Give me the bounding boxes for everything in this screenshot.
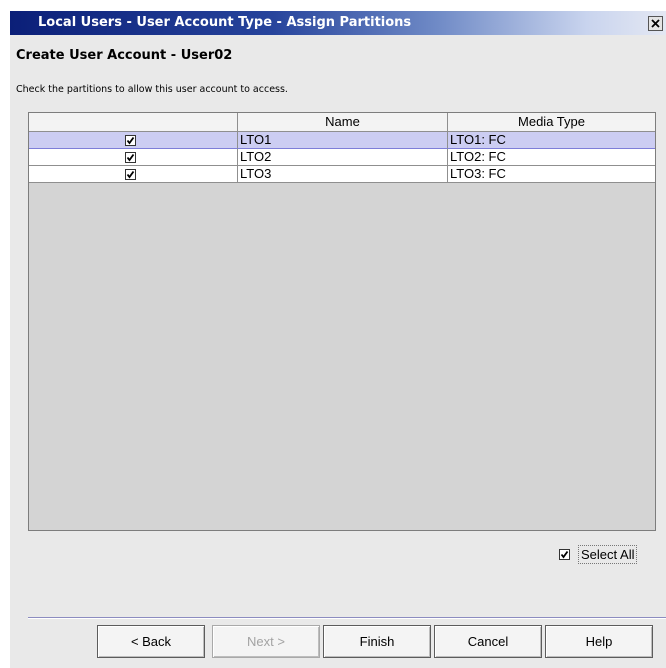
- select-all-box[interactable]: [559, 549, 570, 560]
- table-cell-name: LTO3: [238, 166, 448, 183]
- next-button[interactable]: Next >: [212, 625, 320, 658]
- table-cell-name: LTO1: [238, 132, 448, 149]
- close-button[interactable]: [648, 16, 663, 31]
- table-cell-check: [29, 132, 238, 149]
- table-header: Name Media Type: [29, 113, 655, 132]
- footer-divider: [28, 617, 666, 619]
- column-header-media-type[interactable]: Media Type: [448, 113, 655, 132]
- check-icon: [126, 153, 135, 162]
- table-row[interactable]: LTO2 LTO2: FC: [29, 149, 655, 166]
- assign-partitions-dialog: Local Users - User Account Type - Assign…: [10, 11, 666, 668]
- row-checkbox[interactable]: [125, 135, 136, 146]
- table-cell-media-type: LTO1: FC: [448, 132, 655, 149]
- column-header-check[interactable]: [29, 113, 238, 132]
- table-cell-media-type: LTO2: FC: [448, 149, 655, 166]
- instruction-text: Check the partitions to allow this user …: [16, 84, 288, 95]
- row-checkbox[interactable]: [125, 169, 136, 180]
- partitions-table: Name Media Type LTO1 LTO1: FC LTO2 LTO2:…: [28, 112, 656, 531]
- check-icon: [560, 550, 569, 559]
- select-all-label[interactable]: Select All: [578, 545, 638, 564]
- table-row[interactable]: LTO3 LTO3: FC: [29, 166, 655, 183]
- row-checkbox[interactable]: [125, 152, 136, 163]
- table-cell-check: [29, 166, 238, 183]
- check-icon: [126, 170, 135, 179]
- help-button[interactable]: Help: [545, 625, 653, 658]
- window-title: Local Users - User Account Type - Assign…: [38, 15, 412, 30]
- back-button[interactable]: < Back: [97, 625, 205, 658]
- title-bar[interactable]: Local Users - User Account Type - Assign…: [10, 11, 666, 35]
- finish-button[interactable]: Finish: [323, 625, 431, 658]
- table-cell-name: LTO2: [238, 149, 448, 166]
- page-title: Create User Account - User02: [16, 48, 233, 63]
- table-cell-check: [29, 149, 238, 166]
- table-row[interactable]: LTO1 LTO1: FC: [29, 132, 655, 149]
- table-cell-media-type: LTO3: FC: [448, 166, 655, 183]
- select-all-checkbox[interactable]: Select All: [557, 544, 660, 564]
- check-icon: [126, 136, 135, 145]
- close-icon: [651, 19, 660, 28]
- column-header-name[interactable]: Name: [238, 113, 448, 132]
- cancel-button[interactable]: Cancel: [434, 625, 542, 658]
